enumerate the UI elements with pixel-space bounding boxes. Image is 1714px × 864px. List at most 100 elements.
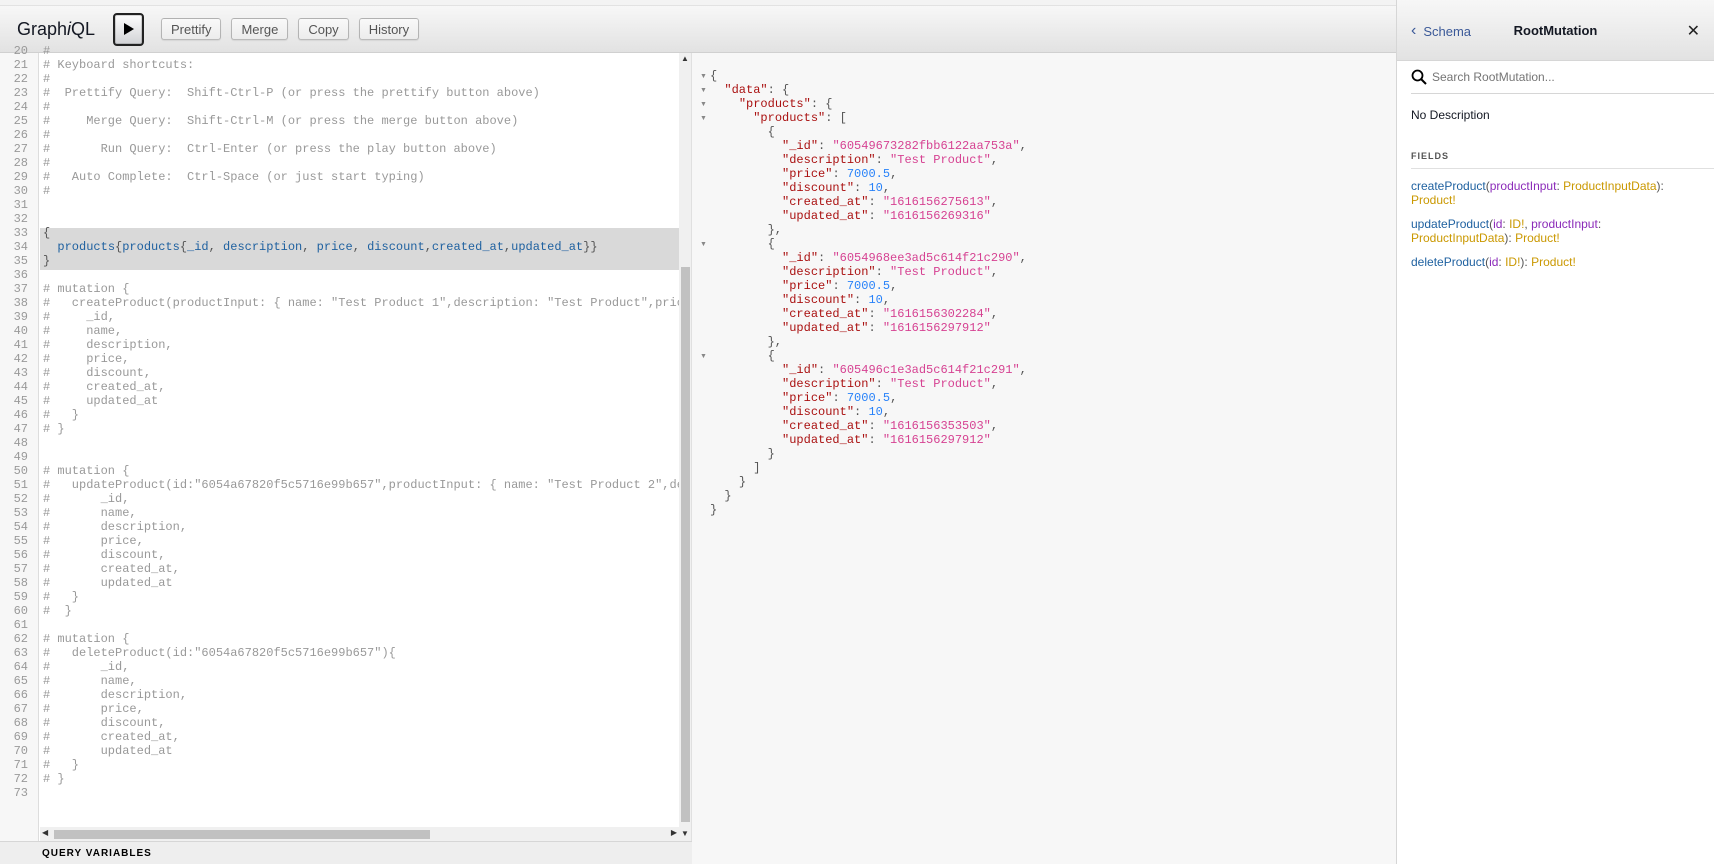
editor-line[interactable]: 63 # deleteProduct(id:"6054a67820f5c5716e…	[0, 646, 680, 660]
editor-line[interactable]: 30 #	[0, 184, 680, 198]
editor-horizontal-scrollbar[interactable]: ◀ ▶	[40, 827, 679, 841]
prettify-button[interactable]: Prettify	[161, 18, 222, 40]
editor-horizontal-scroll-thumb[interactable]	[54, 830, 430, 839]
search-icon	[1411, 69, 1427, 85]
editor-line[interactable]: 70 # updated_at	[0, 744, 680, 758]
return-type[interactable]: Product!	[1411, 193, 1456, 207]
editor-line[interactable]: 66 # description,	[0, 688, 680, 702]
editor-line[interactable]: 54 # description,	[0, 520, 680, 534]
type-description: No Description	[1411, 108, 1490, 122]
field-arg[interactable]: productInput	[1531, 217, 1598, 231]
field-arg[interactable]: id	[1489, 255, 1498, 269]
editor-line[interactable]: 53 # name,	[0, 506, 680, 520]
editor-line[interactable]: 28 #	[0, 156, 680, 170]
editor-line[interactable]: 25 # Merge Query: Shift-Ctrl-M (or press …	[0, 114, 680, 128]
copy-button[interactable]: Copy	[298, 18, 349, 40]
history-button[interactable]: History	[358, 18, 420, 40]
line-number: 33	[13, 226, 28, 240]
editor-line[interactable]: 29 # Auto Complete: Ctrl-Space (or just s…	[0, 170, 680, 184]
field-arg[interactable]: id	[1493, 217, 1502, 231]
arg-type[interactable]: ID!	[1509, 217, 1524, 231]
editor-line[interactable]: 68 # discount,	[0, 716, 680, 730]
editor-line[interactable]: 61	[0, 618, 680, 632]
editor-line[interactable]: 40 # name,	[0, 324, 680, 338]
result-viewer[interactable]: ▼ ▼ ▼ ▼ ▼ ▼ { "data": { "products": { "p…	[692, 53, 1396, 864]
editor-line[interactable]: 51 # updateProduct(id:"6054a67820f5c5716e…	[0, 478, 680, 492]
editor-line[interactable]: 55 # price,	[0, 534, 680, 548]
editor-line[interactable]: 24 #	[0, 100, 680, 114]
editor-line[interactable]: 71 # }	[0, 758, 680, 772]
field-arg[interactable]: productInput	[1490, 179, 1557, 193]
execute-query-button[interactable]	[113, 12, 144, 46]
editor-line[interactable]: 69 # created_at,	[0, 730, 680, 744]
return-type[interactable]: Product!	[1515, 231, 1560, 245]
editor-line[interactable]: 45 # updated_at	[0, 394, 680, 408]
editor-line[interactable]: 59 # }	[0, 590, 680, 604]
editor-lines[interactable]: 20 #21 # Keyboard shortcuts: 22 #23 # Prettif…	[0, 44, 680, 800]
editor-line[interactable]: 65 # name,	[0, 674, 680, 688]
result-line: ]	[753, 461, 761, 475]
field-name[interactable]: deleteProduct	[1411, 255, 1485, 269]
editor-line[interactable]: 67 # price,	[0, 702, 680, 716]
editor-line[interactable]: 60 # }	[0, 604, 680, 618]
field-name[interactable]: createProduct	[1411, 179, 1486, 193]
scroll-right-arrow-icon[interactable]: ▶	[671, 828, 677, 837]
arg-type[interactable]: ProductInputData	[1411, 231, 1504, 245]
result-line: {	[767, 349, 775, 363]
editor-line[interactable]: 37 # mutation {	[0, 282, 680, 296]
editor-line[interactable]: 62 # mutation {	[0, 632, 680, 646]
editor-line[interactable]: 26 #	[0, 128, 680, 142]
arg-type[interactable]: ID!	[1505, 255, 1520, 269]
editor-line[interactable]: 47 # }	[0, 422, 680, 436]
editor-line[interactable]: 43 # discount,	[0, 366, 680, 380]
code-text: # description,	[43, 688, 188, 702]
scroll-up-arrow-icon[interactable]: ▲	[681, 54, 689, 63]
editor-line[interactable]: 56 # discount,	[0, 548, 680, 562]
editor-line[interactable]: 64 # _id,	[0, 660, 680, 674]
editor-line[interactable]: 35}	[0, 254, 680, 268]
field-name[interactable]: updateProduct	[1411, 217, 1489, 231]
editor-vertical-scrollbar[interactable]: ▲ ▼	[679, 53, 691, 841]
code-text: # Merge Query: Shift-Ctrl-M (or press th…	[43, 114, 519, 128]
editor-line[interactable]: 23 # Prettify Query: Shift-Ctrl-P (or pre…	[0, 86, 680, 100]
editor-line[interactable]: 33 {	[0, 226, 680, 240]
editor-line[interactable]: 27 # Run Query: Ctrl-Enter (or press the …	[0, 142, 680, 156]
line-number: 25	[13, 114, 28, 128]
editor-line[interactable]: 36	[0, 268, 680, 282]
editor-line[interactable]: 49	[0, 450, 680, 464]
doc-search-box[interactable]	[1411, 61, 1714, 94]
editor-line[interactable]: 21 # Keyboard shortcuts:	[0, 58, 680, 72]
field-item-updateProduct[interactable]: updateProduct(id: ID!, productInput: Pro…	[1411, 217, 1700, 245]
return-type[interactable]: Product!	[1531, 255, 1576, 269]
editor-line[interactable]: 20 #	[0, 44, 680, 58]
field-item-createProduct[interactable]: createProduct(productInput: ProductInput…	[1411, 179, 1700, 207]
editor-vertical-scroll-thumb[interactable]	[681, 267, 690, 822]
editor-line[interactable]: 22 #	[0, 72, 680, 86]
close-icon[interactable]: ✕	[1687, 21, 1700, 41]
query-editor[interactable]: 20 #21 # Keyboard shortcuts: 22 #23 # Prettif…	[0, 44, 692, 864]
editor-line[interactable]: 57 # created_at,	[0, 562, 680, 576]
field-item-deleteProduct[interactable]: deleteProduct(id: ID!): Product!	[1411, 255, 1700, 269]
editor-line[interactable]: 48	[0, 436, 680, 450]
editor-line[interactable]: 42 # price,	[0, 352, 680, 366]
editor-line[interactable]: 73	[0, 786, 680, 800]
editor-line[interactable]: 38 # createProduct(productInput: { name: …	[0, 296, 680, 310]
merge-button[interactable]: Merge	[231, 18, 289, 40]
line-number: 64	[13, 660, 28, 674]
editor-line[interactable]: 58 # updated_at	[0, 576, 680, 590]
editor-line[interactable]: 39 # _id,	[0, 310, 680, 324]
query-variables-bar[interactable]: QUERY VARIABLES	[0, 841, 692, 864]
editor-line[interactable]: 52 # _id,	[0, 492, 680, 506]
scroll-left-arrow-icon[interactable]: ◀	[42, 828, 48, 837]
doc-search-input[interactable]	[1432, 70, 1692, 84]
editor-line[interactable]: 44 # created_at,	[0, 380, 680, 394]
editor-line[interactable]: 31	[0, 198, 680, 212]
editor-line[interactable]: 50 # mutation {	[0, 464, 680, 478]
editor-line[interactable]: 46 # }	[0, 408, 680, 422]
editor-line[interactable]: 34 products{products{_id, description, p…	[0, 240, 680, 254]
arg-type[interactable]: ProductInputData	[1563, 179, 1656, 193]
editor-line[interactable]: 72 # }	[0, 772, 680, 786]
editor-line[interactable]: 41 # description,	[0, 338, 680, 352]
editor-line[interactable]: 32	[0, 212, 680, 226]
scroll-down-arrow-icon[interactable]: ▼	[681, 829, 689, 838]
